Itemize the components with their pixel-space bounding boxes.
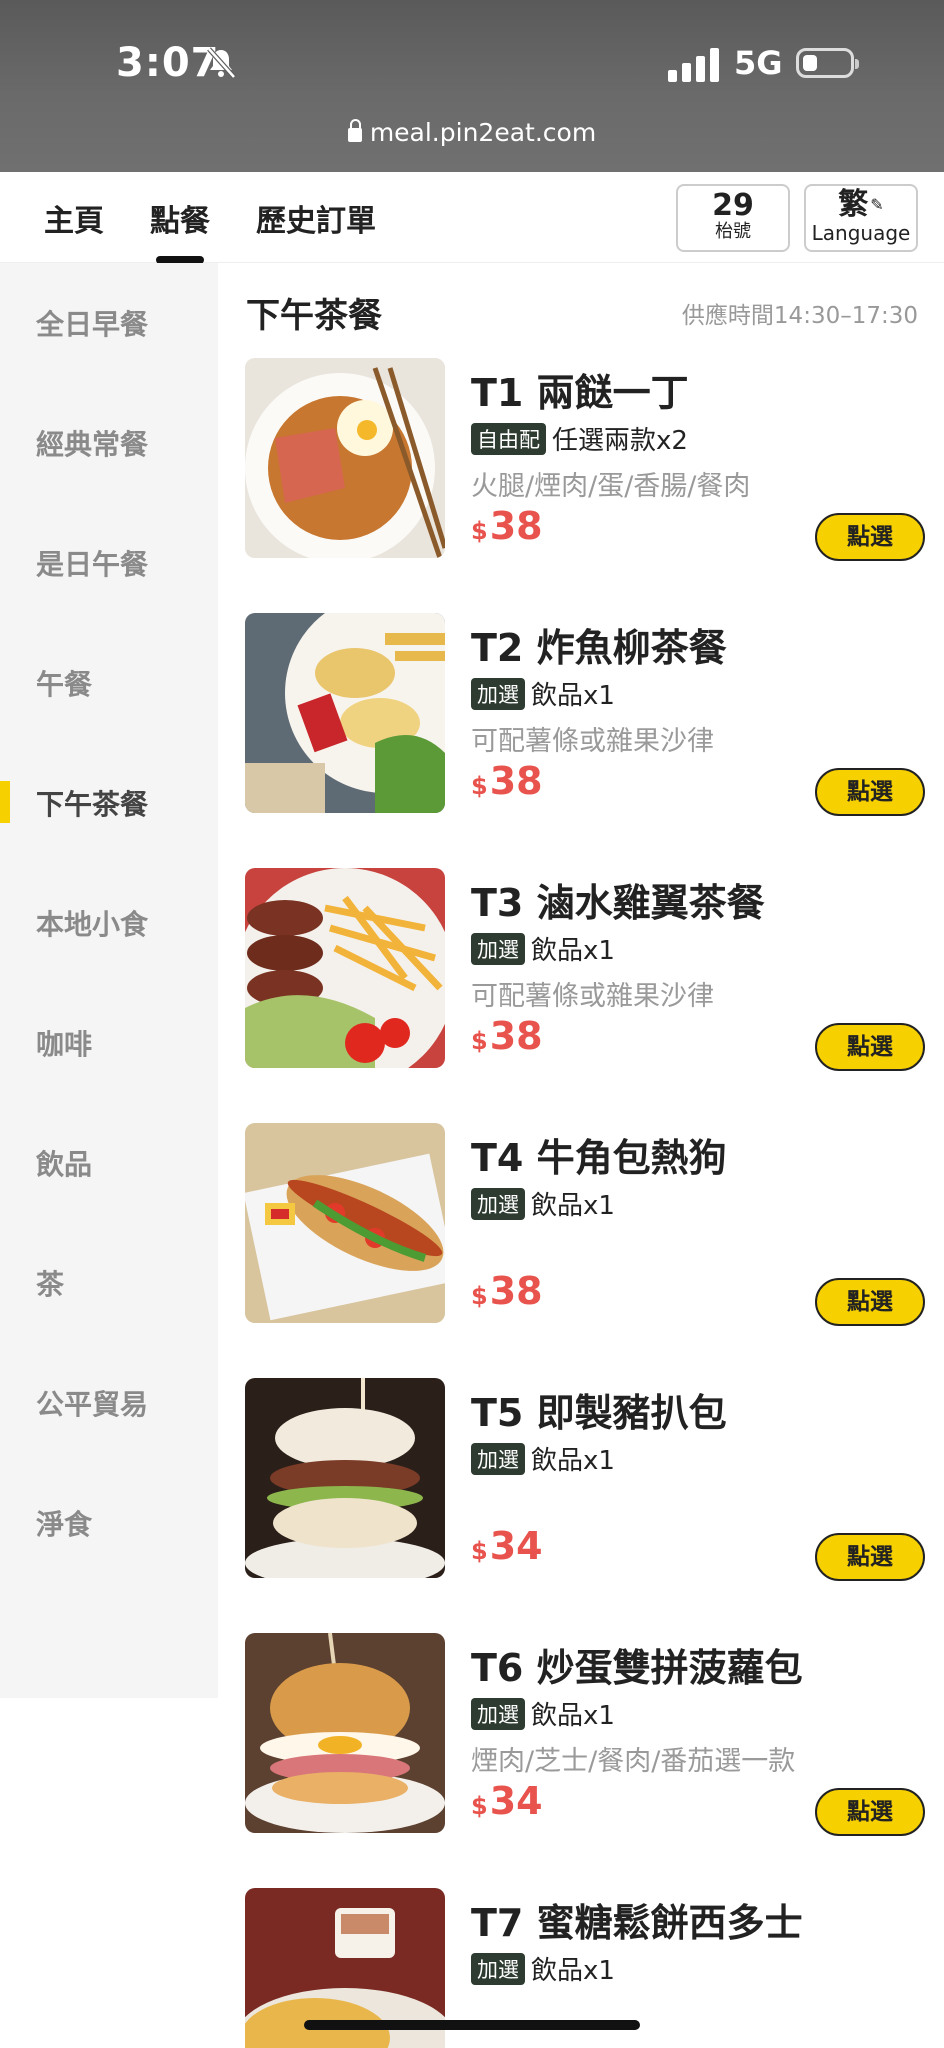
item-tag-text: 任選兩款x2 <box>552 426 688 456</box>
select-button[interactable]: 點選 <box>815 1788 925 1836</box>
item-name: T2 炸魚柳茶餐 <box>471 626 727 670</box>
food-photo[interactable] <box>245 1123 445 1323</box>
category-item[interactable]: 午餐 <box>36 663 92 703</box>
item-name: T7 蜜糖鬆餅西多士 <box>471 1901 803 1945</box>
language-label: Language <box>811 221 911 245</box>
item-tag-text: 飲品x1 <box>531 1956 615 1986</box>
item-tag-text: 飲品x1 <box>531 1701 615 1731</box>
select-button[interactable]: 點選 <box>815 1278 925 1326</box>
serving-hours: 供應時間14:30–17:30 <box>681 303 918 329</box>
item-tag: 加選 <box>471 678 525 710</box>
pencil-icon: ✎ <box>870 195 884 214</box>
menu-item: T5 即製豬扒包 加選 飲品x1 $34 點選 <box>245 1378 925 1581</box>
bell-muted-icon <box>207 47 236 79</box>
item-tag: 加選 <box>471 1188 525 1220</box>
food-photo[interactable] <box>245 1633 445 1833</box>
item-tag: 加選 <box>471 1443 525 1475</box>
item-tag-row: 加選 飲品x1 <box>471 1185 615 1222</box>
item-tag-row: 加選 飲品x1 <box>471 675 615 712</box>
item-name: T6 炒蛋雙拼菠蘿包 <box>471 1646 803 1690</box>
language-current: 繁 ✎ <box>838 187 884 222</box>
top-nav: 主頁 點餐 歷史訂單 29 枱號 繁 ✎ Language <box>0 172 944 264</box>
item-price: $38 <box>471 1269 543 1313</box>
url-text: meal.pin2eat.com <box>369 118 597 147</box>
menu-item: T2 炸魚柳茶餐 加選 飲品x1 可配薯條或雜果沙律 $38 點選 <box>245 613 925 816</box>
battery-icon <box>796 48 859 78</box>
category-item-active[interactable]: 下午茶餐 <box>36 783 148 823</box>
table-label: 枱號 <box>715 221 751 242</box>
food-photo[interactable] <box>245 868 445 1068</box>
menu-item: T6 炒蛋雙拼菠蘿包 加選 飲品x1 煙肉/芝士/餐肉/番茄選一款 $34 點選 <box>245 1633 925 1836</box>
item-tag: 加選 <box>471 1953 525 1985</box>
category-item[interactable]: 咖啡 <box>36 1023 92 1063</box>
category-item[interactable]: 經典常餐 <box>36 423 148 463</box>
category-item[interactable]: 淨食 <box>36 1503 92 1543</box>
tab-order[interactable]: 點餐 <box>150 196 210 264</box>
tab-order-history[interactable]: 歷史訂單 <box>256 196 376 240</box>
item-tag-row: 加選 飲品x1 <box>471 1440 615 1477</box>
category-item[interactable]: 公平貿易 <box>36 1383 148 1423</box>
item-price: $38 <box>471 759 543 803</box>
item-price: $38 <box>471 504 543 548</box>
active-category-marker <box>0 781 10 823</box>
select-button[interactable]: 點選 <box>815 1533 925 1581</box>
table-number: 29 <box>712 188 754 223</box>
signal-icon <box>668 48 719 82</box>
category-item[interactable]: 飲品 <box>36 1143 92 1183</box>
item-description: 火腿/煙肉/蛋/香腸/餐肉 <box>471 471 751 502</box>
category-item[interactable]: 全日早餐 <box>36 303 148 343</box>
category-item[interactable]: 茶 <box>36 1263 64 1303</box>
item-tag: 自由配 <box>471 423 546 455</box>
select-button[interactable]: 點選 <box>815 768 925 816</box>
lock-icon <box>347 119 362 142</box>
language-button[interactable]: 繁 ✎ Language <box>804 184 918 252</box>
select-button[interactable]: 點選 <box>815 513 925 561</box>
item-tag-text: 飲品x1 <box>531 1446 615 1476</box>
item-price: $34 <box>471 1779 543 1823</box>
table-number-box[interactable]: 29 枱號 <box>676 184 790 252</box>
category-sidebar: 全日早餐 經典常餐 是日午餐 午餐 下午茶餐 本地小食 咖啡 飲品 茶 公平貿易… <box>0 263 218 1698</box>
menu-item: T3 滷水雞翼茶餐 加選 飲品x1 可配薯條或雜果沙律 $38 點選 <box>245 868 925 1071</box>
item-price: $34 <box>471 1524 543 1568</box>
item-tag-text: 飲品x1 <box>531 681 615 711</box>
item-name: T3 滷水雞翼茶餐 <box>471 881 765 925</box>
menu-item: T1 兩餸一丁 自由配 任選兩款x2 火腿/煙肉/蛋/香腸/餐肉 $38 點選 <box>245 358 925 561</box>
home-indicator <box>304 2020 640 2030</box>
item-description: 煙肉/芝士/餐肉/番茄選一款 <box>471 1746 796 1777</box>
item-tag-row: 加選 飲品x1 <box>471 1950 615 1987</box>
item-tag-text: 飲品x1 <box>531 1191 615 1221</box>
item-tag-row: 加選 飲品x1 <box>471 930 615 967</box>
item-tag-text: 飲品x1 <box>531 936 615 966</box>
menu-item: T4 牛角包熱狗 加選 飲品x1 $38 點選 <box>245 1123 925 1326</box>
item-tag-row: 加選 飲品x1 <box>471 1695 615 1732</box>
network-label: 5G <box>734 44 783 82</box>
section-title: 下午茶餐 <box>246 296 382 336</box>
item-tag-row: 自由配 任選兩款x2 <box>471 420 688 457</box>
url-bar[interactable]: meal.pin2eat.com <box>0 118 944 147</box>
item-name: T1 兩餸一丁 <box>471 371 689 415</box>
category-item[interactable]: 本地小食 <box>36 903 148 943</box>
select-button[interactable]: 點選 <box>815 1023 925 1071</box>
item-tag: 加選 <box>471 933 525 965</box>
browser-top-bar: 3:07 5G meal.pin2eat.com <box>0 0 944 172</box>
category-item[interactable]: 是日午餐 <box>36 543 148 583</box>
item-tag: 加選 <box>471 1698 525 1730</box>
item-price: $38 <box>471 1014 543 1058</box>
food-photo[interactable] <box>245 613 445 813</box>
food-photo[interactable] <box>245 358 445 558</box>
tab-home[interactable]: 主頁 <box>44 196 104 240</box>
item-name: T4 牛角包熱狗 <box>471 1136 727 1180</box>
item-description: 可配薯條或雜果沙律 <box>471 981 714 1012</box>
food-photo[interactable] <box>245 1378 445 1578</box>
item-description: 可配薯條或雜果沙律 <box>471 726 714 757</box>
item-name: T5 即製豬扒包 <box>471 1391 727 1435</box>
